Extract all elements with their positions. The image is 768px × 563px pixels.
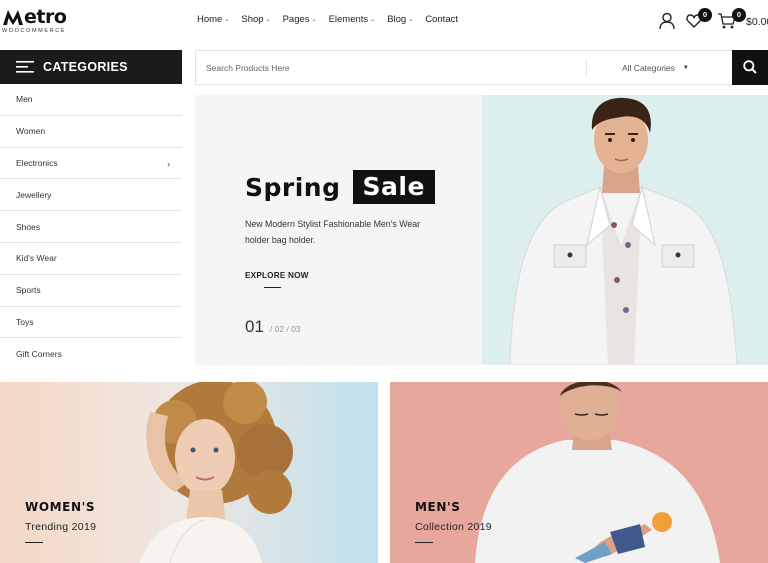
search-category-select[interactable]: All Categories ▼ — [622, 63, 689, 73]
category-label: Electronics — [16, 157, 58, 168]
brand-logo[interactable]: etro WOOCOMMERCE — [2, 6, 67, 34]
category-label: Toys — [16, 316, 34, 327]
categories-title: CATEGORIES — [43, 60, 128, 74]
nav-blog-label: Blog — [387, 14, 407, 25]
nav-home[interactable]: Home ⌄ — [197, 14, 229, 25]
nav-contact[interactable]: Contact — [425, 14, 458, 25]
category-item-sports[interactable]: Sports — [0, 275, 182, 307]
pager-rest: / 02 / 03 — [269, 324, 301, 334]
chevron-down-icon: ⌄ — [370, 17, 376, 23]
pager-current: 01 — [245, 317, 264, 336]
chevron-down-icon: ⌄ — [311, 17, 317, 23]
search-category-value: All Categories — [622, 63, 675, 73]
nav-blog[interactable]: Blog ⌄ — [387, 14, 413, 25]
category-item-jewellery[interactable]: Jewellery — [0, 179, 182, 212]
logo-m-mark — [3, 10, 23, 25]
categories-list: Men Women Electronics › Jewellery Shoes K… — [0, 84, 182, 371]
slider-pager[interactable]: 01 / 02 / 03 — [245, 317, 301, 337]
chevron-down-icon: ⌄ — [265, 17, 271, 23]
explore-now-link[interactable]: EXPLORE NOW — [245, 271, 309, 280]
category-label: Kid's Wear — [16, 253, 57, 264]
main-nav: Home ⌄ Shop ⌄ Pages ⌄ Elements ⌄ Blog ⌄ Conta… — [197, 14, 458, 25]
mens-banner-title: MEN'S — [415, 500, 461, 514]
womens-banner-title: WOMEN'S — [25, 500, 96, 514]
category-item-men[interactable]: Men — [0, 84, 182, 116]
womens-banner-subtitle: Trending 2019 — [25, 521, 97, 533]
category-item-toys[interactable]: Toys — [0, 307, 182, 339]
womens-banner-line — [25, 542, 43, 543]
category-label: Women — [16, 126, 46, 137]
mens-banner[interactable]: MEN'S Collection 2019 — [390, 382, 768, 563]
category-label: Shoes — [16, 221, 41, 232]
search-button[interactable] — [732, 50, 768, 85]
nav-contact-label: Contact — [425, 14, 458, 25]
chevron-down-icon: ⌄ — [408, 17, 414, 23]
categories-toggle[interactable]: CATEGORIES — [0, 50, 182, 84]
category-label: Gift Corners — [16, 349, 62, 360]
chevron-right-icon: › — [167, 158, 170, 169]
nav-pages[interactable]: Pages ⌄ — [283, 14, 317, 25]
nav-pages-label: Pages — [282, 14, 310, 25]
hero-model-photo — [482, 95, 768, 365]
category-item-gift-corners[interactable]: Gift Corners — [0, 338, 182, 370]
nav-shop[interactable]: Shop ⌄ — [241, 14, 270, 25]
brand-subtitle: WOOCOMMERCE — [2, 28, 67, 34]
cart-count-badge: 0 — [732, 8, 746, 22]
nav-elements-label: Elements — [328, 14, 369, 25]
hero-title: Spring Sale — [245, 170, 435, 204]
caret-down-icon: ▼ — [682, 65, 689, 71]
menu-icon — [16, 61, 34, 73]
header-actions: 0 0 $0.00 — [638, 8, 768, 34]
mens-banner-line — [415, 542, 433, 543]
womens-banner[interactable]: WOMEN'S Trending 2019 — [0, 382, 378, 563]
search-bar: All Categories ▼ — [195, 50, 768, 85]
nav-elements[interactable]: Elements ⌄ — [329, 14, 376, 25]
user-icon[interactable] — [659, 12, 675, 30]
category-label: Sports — [16, 285, 41, 296]
category-item-women[interactable]: Women — [0, 116, 182, 148]
chevron-down-icon: ⌄ — [224, 17, 230, 23]
man-white-tshirt-illustration — [390, 382, 768, 563]
search-divider — [586, 59, 587, 77]
hero-title-highlight: Sale — [352, 170, 435, 204]
category-label: Jewellery — [16, 189, 52, 200]
brand-name: etro — [24, 6, 67, 28]
category-item-kids-wear[interactable]: Kid's Wear — [0, 243, 182, 275]
hero-slider: Spring Sale New Modern Stylist Fashionab… — [195, 95, 768, 365]
cart-total[interactable]: $0.00 — [746, 16, 768, 28]
hero-description: New Modern Stylist Fashionable Men's Wea… — [245, 219, 421, 245]
site-header: etro WOOCOMMERCE Home ⌄ Shop ⌄ Pages ⌄ Elem… — [0, 0, 768, 48]
wishlist-count-badge: 0 — [698, 8, 712, 22]
hero-title-text: Spring — [245, 172, 341, 202]
nav-home-label: Home — [197, 14, 223, 25]
man-denim-jacket-illustration — [482, 95, 768, 365]
search-input[interactable] — [206, 51, 576, 84]
woman-curly-hair-illustration — [0, 382, 378, 563]
category-label: Men — [16, 94, 33, 105]
search-icon — [743, 60, 757, 74]
nav-shop-label: Shop — [241, 14, 264, 25]
mens-banner-subtitle: Collection 2019 — [415, 521, 492, 533]
category-item-electronics[interactable]: Electronics › — [0, 148, 182, 180]
cta-underline — [264, 287, 281, 288]
category-item-shoes[interactable]: Shoes — [0, 211, 182, 243]
